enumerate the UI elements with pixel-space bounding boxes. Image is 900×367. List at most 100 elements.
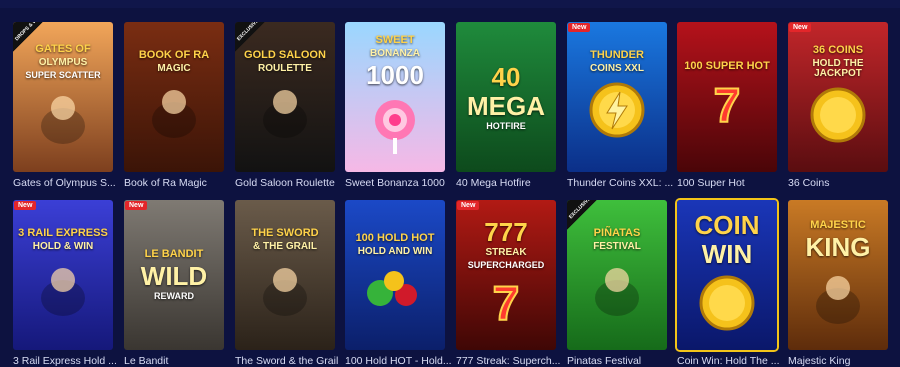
new-badge: New: [457, 201, 480, 210]
game-title[interactable]: Pinatas Festival: [567, 355, 679, 367]
game-tile[interactable]: New THUNDER COINS XXL Thunder Coins XXL: ..…: [567, 22, 673, 189]
game-tile[interactable]: DROPS & WINSGATES OFOLYMPUSSUPER SCATTER…: [13, 22, 116, 189]
game-thumbnail[interactable]: New 777 STREAK SUPERCHARGED 7: [456, 200, 556, 350]
game-logo-text: WIN: [701, 239, 753, 269]
lightning-coin-illustration: [587, 80, 647, 145]
seven-illustration: 7: [481, 276, 531, 332]
game-logo-text: PIÑATAS: [593, 226, 641, 239]
game-logo-text: COINS XXL: [590, 62, 644, 74]
game-logo-text: 1000: [366, 60, 424, 90]
game-thumbnail[interactable]: 100 HOLD HOT HOLD AND WIN: [345, 200, 445, 350]
explorer-figure-illustration: [144, 80, 204, 145]
game-title[interactable]: 3 Rail Express Hold ...: [13, 355, 125, 367]
game-thumbnail[interactable]: COIN WIN: [677, 200, 777, 350]
game-logo-text: MAGIC: [157, 62, 191, 74]
game-logo-text: HOLD AND WIN: [357, 245, 433, 257]
game-tile[interactable]: New 3 RAIL EXPRESS HOLD & WIN 3 Rail Expres…: [13, 200, 117, 367]
game-logo-text: KING: [805, 231, 871, 262]
game-tile[interactable]: SWEET BONANZA 1000 Sweet Bonanza 1000: [345, 22, 445, 189]
game-title[interactable]: 100 Super Hot: [677, 177, 789, 189]
game-logo-text: 3 RAIL EXPRESS: [18, 226, 108, 239]
game-logo-text: SUPER SCATTER: [25, 69, 101, 80]
game-tile[interactable]: COIN WIN Coin Win: Hold The ...: [677, 200, 780, 367]
svg-text:7: 7: [493, 278, 520, 326]
game-logo-text: 100 SUPER HOT: [684, 60, 770, 72]
game-tile[interactable]: BOOK OF RA MAGIC Book of Ra Magic: [124, 22, 224, 189]
game-thumbnail[interactable]: New LE BANDIT WILD REWARD: [124, 200, 224, 350]
zeus-figure-illustration: [33, 86, 93, 151]
game-title[interactable]: Gold Saloon Roulette: [235, 177, 347, 189]
game-title[interactable]: Majestic King: [788, 355, 900, 367]
game-title[interactable]: Coin Win: Hold The ...: [677, 355, 789, 367]
game-logo-text: 777: [484, 217, 528, 247]
game-tile[interactable]: MAJESTIC KING Majestic King: [788, 200, 888, 367]
dealer-figure-illustration: [255, 80, 315, 145]
big-coin-illustration: [808, 85, 868, 150]
game-tile[interactable]: EXCLUSIVE PIÑATAS FESTIVAL Pinatas Festival: [567, 200, 667, 367]
game-title[interactable]: Book of Ra Magic: [124, 177, 236, 189]
game-title[interactable]: 100 Hold HOT - Hold...: [345, 355, 457, 367]
new-badge: New: [14, 201, 37, 210]
game-logo-text: 100 HOLD HOT: [355, 231, 435, 244]
big-coin-illustration: [697, 273, 757, 338]
game-logo-text: SWEET: [375, 34, 415, 46]
game-title[interactable]: The Sword & the Grail: [235, 355, 347, 367]
game-thumbnail[interactable]: EXCLUSIVE GOLD SALOON ROULETTE: [235, 22, 335, 172]
fruits-illustration: [360, 263, 430, 318]
seven-illustration: 7: [702, 78, 752, 134]
game-tile[interactable]: 40 MEGA HOTFIRE 40 Mega Hotfire: [456, 22, 556, 189]
game-thumbnail[interactable]: THE SWORD & THE GRAIL: [235, 200, 335, 350]
game-logo-text: LE BANDIT: [144, 248, 204, 260]
game-logo-text: OLYMPUS: [38, 56, 88, 68]
game-tile[interactable]: THE SWORD & THE GRAIL The Sword & the Grai…: [235, 200, 338, 367]
pinata-illustration: [587, 258, 647, 323]
game-thumbnail[interactable]: SWEET BONANZA 1000: [345, 22, 445, 172]
game-logo-text: 36 COINS: [812, 43, 864, 56]
game-tile[interactable]: New 777 STREAK SUPERCHARGED 7 777 Streak: Sup…: [456, 200, 560, 367]
game-logo-text: ROULETTE: [258, 62, 312, 74]
game-logo-text: STREAK: [485, 247, 527, 258]
game-title[interactable]: 40 Mega Hotfire: [456, 177, 568, 189]
game-tile[interactable]: EXCLUSIVE GOLD SALOON ROULETTE Gold Saloon …: [235, 22, 335, 189]
game-logo-text: THE SWORD: [251, 226, 319, 239]
game-logo-text: & THE GRAIL: [253, 240, 317, 252]
game-logo-text: GATES OF: [35, 42, 91, 55]
game-title[interactable]: Gates of Olympus S...: [13, 177, 125, 189]
game-logo-text: COIN: [694, 210, 760, 240]
game-logo-text: WILD: [140, 261, 208, 291]
game-logo-text: HOTFIRE: [486, 120, 526, 131]
game-tile[interactable]: 100 SUPER HOT 7 100 Super Hot: [677, 22, 777, 189]
game-thumbnail[interactable]: New 36 COINS HOLD THE JACKPOT: [788, 22, 888, 172]
game-logo-text: REWARD: [154, 291, 194, 301]
game-tile[interactable]: New 36 COINS HOLD THE JACKPOT 36 Coins: [788, 22, 888, 189]
game-thumbnail[interactable]: New 3 RAIL EXPRESS HOLD & WIN: [13, 200, 113, 350]
game-title[interactable]: Sweet Bonanza 1000: [345, 177, 457, 189]
game-thumbnail[interactable]: BOOK OF RA MAGIC: [124, 22, 224, 172]
lollipop-illustration: [365, 94, 425, 159]
lion-illustration: [808, 266, 868, 331]
game-logo-text: HOLD THE JACKPOT: [812, 57, 864, 79]
knight-illustration: [255, 258, 315, 323]
game-thumbnail[interactable]: MAJESTIC KING: [788, 200, 888, 350]
game-logo-text: HOLD & WIN: [32, 240, 94, 252]
game-title[interactable]: Le Bandit: [124, 355, 236, 367]
game-title[interactable]: 36 Coins: [788, 177, 900, 189]
game-title[interactable]: 777 Streak: Superch...: [456, 355, 568, 367]
game-logo-text: MAJESTIC: [810, 218, 866, 231]
train-illustration: [33, 258, 93, 323]
game-logo-text: FESTIVAL: [593, 240, 641, 252]
game-thumbnail[interactable]: 100 SUPER HOT 7: [677, 22, 777, 172]
game-grid: DROPS & WINSGATES OFOLYMPUSSUPER SCATTER…: [0, 0, 900, 367]
game-title[interactable]: Thunder Coins XXL: ...: [567, 177, 679, 189]
game-thumbnail[interactable]: New THUNDER COINS XXL: [567, 22, 667, 172]
game-logo-text: BONANZA: [370, 48, 420, 59]
game-thumbnail[interactable]: DROPS & WINSGATES OFOLYMPUSSUPER SCATTER: [13, 22, 113, 172]
game-thumbnail[interactable]: EXCLUSIVE PIÑATAS FESTIVAL: [567, 200, 667, 350]
game-tile[interactable]: 100 HOLD HOT HOLD AND WIN 100 Hold HOT - H…: [345, 200, 452, 367]
game-logo-text: SUPERCHARGED: [467, 260, 545, 270]
new-badge: New: [568, 23, 591, 32]
game-tile[interactable]: New LE BANDIT WILD REWARD Le Bandit: [124, 200, 224, 367]
game-logo-text: THUNDER: [590, 48, 644, 61]
game-thumbnail[interactable]: 40 MEGA HOTFIRE: [456, 22, 556, 172]
game-logo-text: BOOK OF RA: [138, 48, 210, 61]
